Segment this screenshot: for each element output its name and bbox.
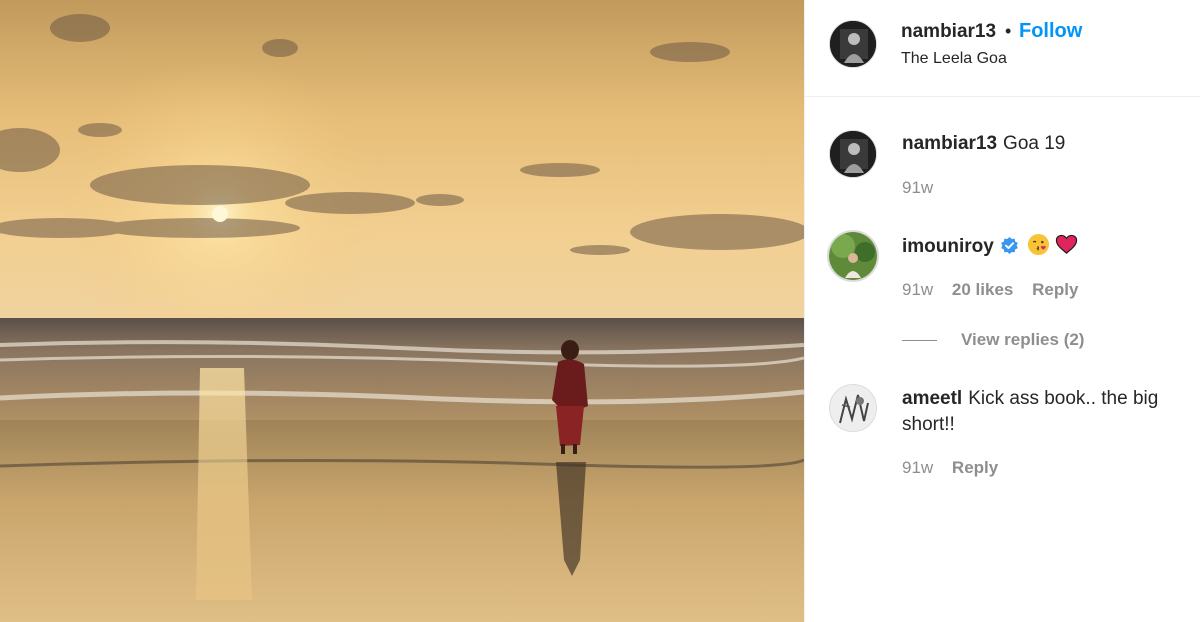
separator-dot: •	[1005, 21, 1012, 41]
beach-sunset-image	[0, 0, 804, 622]
comment-username[interactable]: nambiar13	[902, 133, 997, 154]
comment-username[interactable]: ameetl	[902, 388, 962, 409]
divider-line	[902, 340, 937, 341]
comment-time[interactable]: 91w	[902, 178, 933, 197]
reply-button[interactable]: Reply	[1032, 280, 1078, 299]
commenter-avatar[interactable]	[827, 230, 879, 282]
caption-comment: nambiar13 Goa 19	[902, 131, 1192, 157]
likes-count[interactable]: 20 likes	[952, 280, 1013, 299]
verified-badge-icon	[1000, 236, 1018, 255]
person-photo-icon	[829, 232, 877, 280]
commenter-avatar[interactable]	[829, 384, 877, 432]
post-location[interactable]: The Leela Goa	[901, 50, 1007, 68]
comment-time[interactable]: 91w	[902, 280, 933, 299]
author-avatar[interactable]	[829, 20, 877, 68]
person-silhouette-icon	[830, 21, 876, 67]
comment-imouniroy: imouniroy	[902, 233, 1192, 260]
post-header: nambiar13 • Follow The Leela Goa	[805, 0, 1200, 97]
comment-meta: 91w 20 likes Reply	[902, 280, 1092, 300]
reply-button[interactable]: Reply	[952, 458, 998, 477]
comment-ameetl: ameetl Kick ass book.. the big short!!	[902, 386, 1192, 438]
post-side-panel: nambiar13 • Follow The Leela Goa nambiar…	[804, 0, 1200, 622]
kissing-face-emoji-icon	[1027, 233, 1049, 256]
sketch-avatar-icon	[830, 385, 876, 431]
follow-button[interactable]: Follow	[1019, 20, 1082, 43]
red-heart-emoji-icon	[1055, 234, 1078, 254]
author-username[interactable]: nambiar13	[901, 21, 996, 43]
person-silhouette-icon	[830, 131, 876, 177]
comment-text: Goa 19	[1003, 133, 1066, 154]
post-photo[interactable]	[0, 0, 804, 622]
comment-meta: 91w	[902, 178, 947, 198]
comment-username[interactable]: imouniroy	[902, 236, 994, 257]
comment-time[interactable]: 91w	[902, 458, 933, 477]
commenter-avatar[interactable]	[829, 130, 877, 178]
comment-meta: 91w Reply	[902, 458, 1012, 478]
view-replies-label: View replies (2)	[961, 330, 1085, 349]
